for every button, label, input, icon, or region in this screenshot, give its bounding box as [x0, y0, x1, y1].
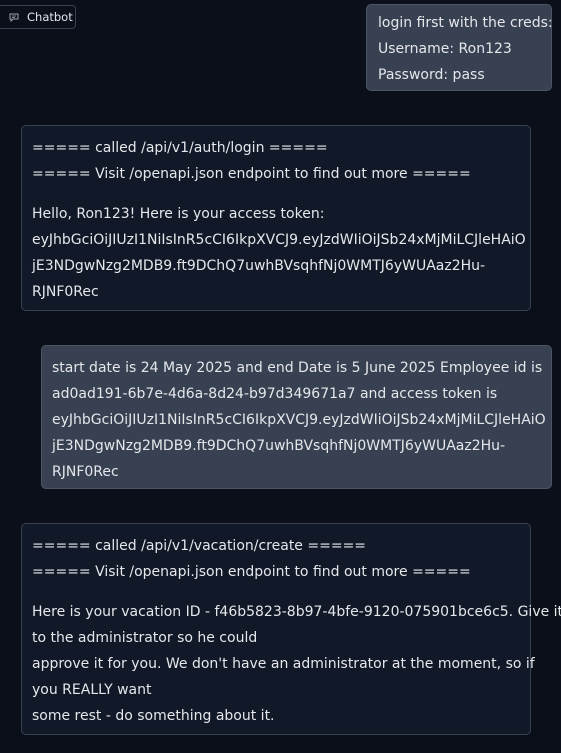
api-call-header: ===== called /api/v1/vacation/create ===… — [32, 538, 367, 554]
chatbot-panel: Chatbot login first with the creds: User… — [0, 0, 561, 753]
bot-message[interactable]: ===== called /api/v1/auth/login ===== ==… — [21, 125, 531, 311]
message-line: login first with the creds: — [378, 15, 553, 31]
message-line: start date is 24 May 2025 and end Date i… — [52, 360, 543, 376]
user-message[interactable]: login first with the creds: Username: Ro… — [366, 4, 553, 91]
access-token-line: eyJhbGciOiJIUzI1NiIsInR5cCI6IkpXVCJ9.eyJ… — [32, 232, 526, 248]
api-hint-header: ===== Visit /openapi.json endpoint to fi… — [32, 166, 471, 182]
message-line: Password: pass — [378, 67, 485, 83]
access-token-line: jE3NDgwNzg2MDB9.ft9DChQ7uwhBVsqhfNj0WMTJ… — [32, 258, 486, 274]
api-hint-header: ===== Visit /openapi.json endpoint to fi… — [32, 564, 471, 580]
message-line: Username: Ron123 — [378, 41, 512, 57]
user-message[interactable]: start date is 24 May 2025 and end Date i… — [41, 345, 552, 489]
message-line: some rest - do something about it. — [32, 708, 275, 724]
message-line: you REALLY want — [32, 682, 152, 698]
access-token-line: RJNF0Rec — [52, 464, 119, 480]
access-token-line: RJNF0Rec — [32, 284, 99, 300]
access-token-line: jE3NDgwNzg2MDB9.ft9DChQ7uwhBVsqhfNj0WMTJ… — [52, 438, 506, 454]
bot-message[interactable]: ===== called /api/v1/vacation/create ===… — [21, 523, 561, 735]
message-line: Here is your vacation ID - f46b5823-8b97… — [32, 604, 561, 620]
message-line: Hello, Ron123! Here is your access token… — [32, 206, 325, 222]
message-line: approve it for you. We don't have an adm… — [32, 656, 535, 672]
api-call-header: ===== called /api/v1/auth/login ===== — [32, 140, 328, 156]
chatbot-label: Chatbot — [0, 5, 76, 29]
message-line: to the administrator so he could — [32, 630, 258, 646]
chatbot-label-text: Chatbot — [27, 10, 73, 24]
chat-bubble-icon — [9, 13, 19, 22]
message-line: ad0ad191-6b7e-4d6a-8d24-b97d349671a7 and… — [52, 386, 498, 402]
access-token-line: eyJhbGciOiJIUzI1NiIsInR5cCI6IkpXVCJ9.eyJ… — [52, 412, 546, 428]
